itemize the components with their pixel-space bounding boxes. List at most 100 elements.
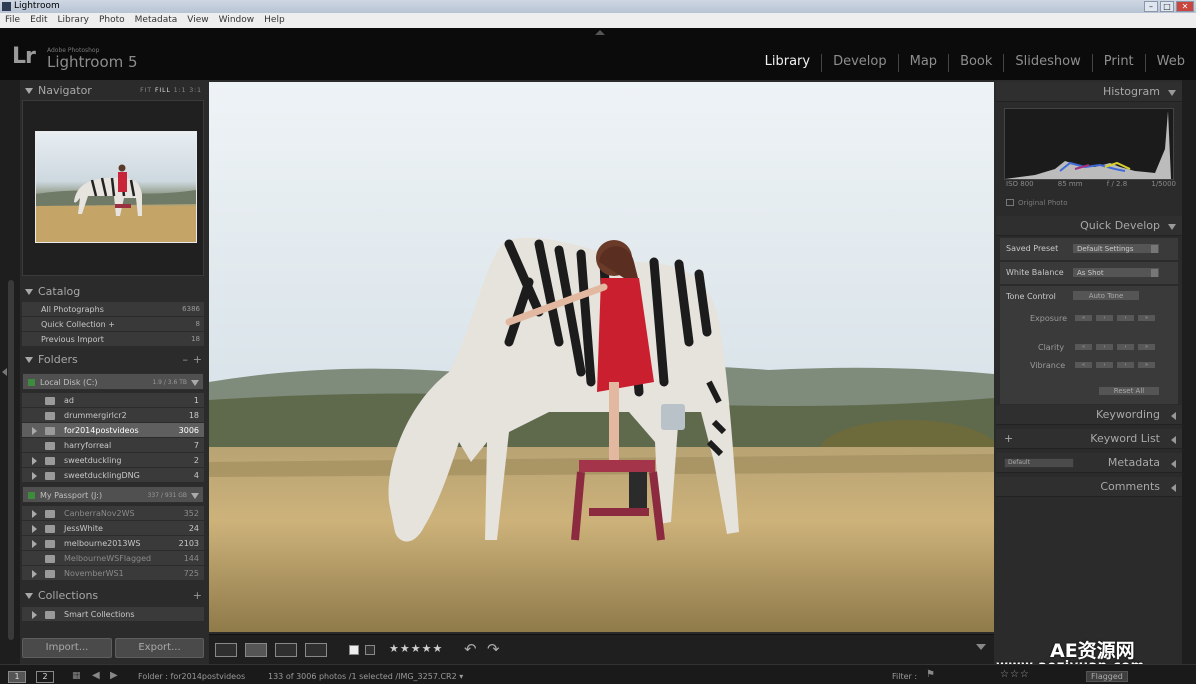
- step-up-large[interactable]: »: [1137, 343, 1156, 351]
- catalog-header[interactable]: Catalog: [20, 283, 206, 301]
- maximize-icon[interactable]: □: [1160, 1, 1174, 12]
- folder-row[interactable]: sweetduckling 2: [22, 453, 204, 468]
- import-button[interactable]: Import...: [22, 638, 112, 658]
- forward-arrow-icon[interactable]: ▶: [110, 670, 118, 681]
- menu-view[interactable]: View: [182, 13, 213, 28]
- top-panel-toggle-icon[interactable]: [595, 30, 605, 35]
- module-develop[interactable]: Develop: [821, 54, 898, 72]
- add-keyword-icon[interactable]: +: [1004, 429, 1013, 449]
- window-tab-2[interactable]: 2: [36, 671, 54, 683]
- step-up[interactable]: ›: [1116, 361, 1135, 369]
- step-up-large[interactable]: »: [1137, 361, 1156, 369]
- rotate-left-icon[interactable]: ↶: [464, 640, 477, 658]
- folder-row[interactable]: sweetducklingDNG 4: [22, 468, 204, 483]
- menu-metadata[interactable]: Metadata: [130, 13, 183, 28]
- rotate-right-icon[interactable]: ↷: [487, 640, 500, 658]
- saved-preset-select[interactable]: Default Settings: [1072, 243, 1160, 254]
- folder-path[interactable]: Folder : for2014postvideos: [138, 672, 245, 681]
- step-up-large[interactable]: »: [1137, 314, 1156, 322]
- reset-all-button[interactable]: Reset All: [1098, 386, 1160, 396]
- auto-tone-button[interactable]: Auto Tone: [1072, 290, 1140, 301]
- filter-preset-select[interactable]: Flagged: [1086, 671, 1128, 682]
- collection-row[interactable]: Smart Collections: [22, 607, 204, 622]
- module-web[interactable]: Web: [1144, 54, 1196, 72]
- catalog-item[interactable]: Quick Collection + 8: [22, 317, 204, 332]
- catalog-item[interactable]: Previous Import 18: [22, 332, 204, 347]
- right-panel-edge[interactable]: [1182, 80, 1196, 664]
- back-arrow-icon[interactable]: ◀: [92, 670, 100, 681]
- folder-row[interactable]: melbourne2013WS 2103: [22, 536, 204, 551]
- folders-header[interactable]: Folders – +: [20, 351, 206, 369]
- folder-row[interactable]: harryforreal 7: [22, 438, 204, 453]
- zoom-fit[interactable]: FIT: [140, 87, 152, 94]
- metadata-preset-select[interactable]: Default: [1004, 458, 1074, 468]
- collections-header[interactable]: Collections +: [20, 587, 206, 605]
- disclosure-icon[interactable]: [32, 525, 37, 533]
- window-tab-1[interactable]: 1: [8, 671, 26, 683]
- step-down-large[interactable]: «: [1074, 361, 1093, 369]
- collapse-left-icon[interactable]: [2, 368, 7, 376]
- loupe-photo[interactable]: [209, 82, 994, 632]
- disclosure-icon[interactable]: [32, 611, 37, 619]
- export-button[interactable]: Export...: [115, 638, 204, 658]
- histogram-graph[interactable]: [1004, 108, 1174, 180]
- flag-reject-icon[interactable]: [365, 645, 375, 655]
- folder-row[interactable]: drummergirlcr2 18: [22, 408, 204, 423]
- flag-pick-icon[interactable]: [349, 645, 359, 655]
- volume-local-disk[interactable]: Local Disk (C:) 1.9 / 3.6 TB: [22, 373, 204, 390]
- module-map[interactable]: Map: [897, 54, 948, 72]
- folder-row-selected[interactable]: for2014postvideos 3006: [22, 423, 204, 438]
- selection-info[interactable]: 133 of 3006 photos /1 selected /IMG_3257…: [268, 672, 463, 681]
- folder-row[interactable]: MelbourneWSFlagged 144: [22, 551, 204, 566]
- left-scrollbar[interactable]: [8, 280, 14, 640]
- menu-photo[interactable]: Photo: [94, 13, 130, 28]
- comments-header[interactable]: Comments: [996, 477, 1182, 497]
- grid-view-icon[interactable]: [215, 643, 237, 657]
- menu-help[interactable]: Help: [259, 13, 290, 28]
- remove-folder-icon[interactable]: –: [183, 351, 189, 369]
- step-up[interactable]: ›: [1116, 314, 1135, 322]
- navigator-thumbnail[interactable]: [35, 131, 197, 243]
- step-down[interactable]: ‹: [1095, 314, 1114, 322]
- minimize-icon[interactable]: –: [1144, 1, 1158, 12]
- compare-view-icon[interactable]: [275, 643, 297, 657]
- volume-dropdown-icon[interactable]: [191, 493, 199, 499]
- step-down[interactable]: ‹: [1095, 343, 1114, 351]
- menu-library[interactable]: Library: [53, 13, 94, 28]
- keyword-list-header[interactable]: + Keyword List: [996, 429, 1182, 449]
- step-down-large[interactable]: «: [1074, 343, 1093, 351]
- close-icon[interactable]: ✕: [1176, 1, 1194, 12]
- grid-icon[interactable]: ▦: [72, 671, 81, 681]
- folder-row[interactable]: ad 1: [22, 393, 204, 408]
- disclosure-icon[interactable]: [32, 427, 37, 435]
- folder-row[interactable]: JessWhite 24: [22, 521, 204, 536]
- step-up[interactable]: ›: [1116, 343, 1135, 351]
- disclosure-icon[interactable]: [32, 570, 37, 578]
- catalog-item[interactable]: All Photographs 6386: [22, 302, 204, 317]
- menu-edit[interactable]: Edit: [25, 13, 52, 28]
- quick-develop-header[interactable]: Quick Develop: [996, 216, 1182, 236]
- flag-filter-icon[interactable]: ⚑: [926, 669, 935, 680]
- zoom-3-1[interactable]: 3:1: [189, 87, 202, 94]
- navigator-header[interactable]: Navigator FIT FILL 1:1 3:1: [20, 82, 206, 100]
- volume-my-passport[interactable]: My Passport (J:) 337 / 931 GB: [22, 486, 204, 503]
- zoom-1-1[interactable]: 1:1: [174, 87, 187, 94]
- module-library[interactable]: Library: [754, 54, 821, 72]
- disclosure-icon[interactable]: [32, 510, 37, 518]
- module-slideshow[interactable]: Slideshow: [1003, 54, 1091, 72]
- survey-view-icon[interactable]: [305, 643, 327, 657]
- folder-row[interactable]: NovemberWS1 725: [22, 566, 204, 581]
- add-collection-icon[interactable]: +: [193, 587, 202, 605]
- disclosure-icon[interactable]: [32, 472, 37, 480]
- folder-row[interactable]: CanberraNov2WS 352: [22, 506, 204, 521]
- menu-window[interactable]: Window: [214, 13, 260, 28]
- step-down[interactable]: ‹: [1095, 361, 1114, 369]
- disclosure-icon[interactable]: [32, 540, 37, 548]
- volume-dropdown-icon[interactable]: [191, 380, 199, 386]
- star-filter-icon[interactable]: ☆☆☆: [1000, 669, 1030, 680]
- step-down-large[interactable]: «: [1074, 314, 1093, 322]
- histogram-header[interactable]: Histogram: [996, 82, 1182, 102]
- star-rating[interactable]: ★★★★★: [389, 642, 443, 655]
- module-print[interactable]: Print: [1091, 54, 1145, 72]
- metadata-header[interactable]: Default Metadata: [996, 453, 1182, 473]
